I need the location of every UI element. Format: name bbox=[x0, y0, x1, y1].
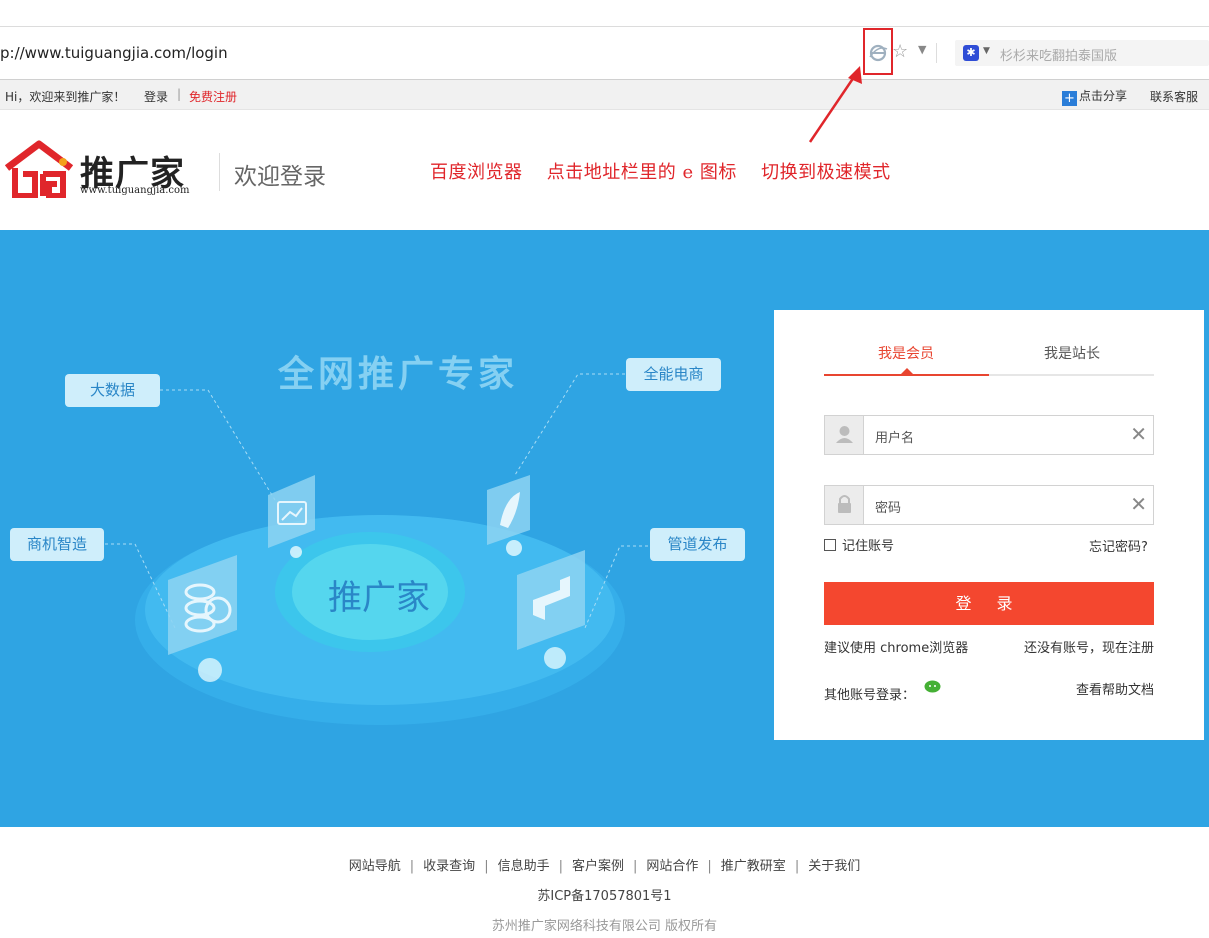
username-placeholder: 用户名 bbox=[875, 431, 915, 446]
checkbox-icon[interactable] bbox=[824, 539, 836, 551]
tip-part: 百度浏览器 bbox=[430, 162, 523, 183]
footer-link[interactable]: 客户案例 bbox=[572, 859, 624, 874]
tip-part: 点击地址栏里的 e 图标 bbox=[546, 162, 737, 183]
remember-checkbox[interactable]: 记住账号 bbox=[824, 535, 894, 554]
browser-search-box[interactable]: ✱ ▼ 杉杉来吃翻拍泰国版 bbox=[955, 40, 1209, 66]
header-divider bbox=[219, 153, 220, 191]
contact-service-link[interactable]: 联系客服 bbox=[1150, 88, 1198, 105]
username-field[interactable]: 用户名 ✕ bbox=[824, 415, 1154, 455]
wechat-icon[interactable] bbox=[924, 680, 941, 694]
star-icon[interactable]: ☆ bbox=[892, 41, 908, 62]
logo-house-icon[interactable] bbox=[5, 140, 73, 198]
copyright: 苏州推广家网络科技有限公司 版权所有 bbox=[491, 919, 718, 934]
plus-icon: + bbox=[1062, 91, 1077, 106]
bubble-smart-manufacturing: 商机智造 bbox=[10, 528, 104, 561]
share-button[interactable]: + 点击分享 bbox=[1062, 87, 1127, 106]
baidu-paw-icon[interactable]: ✱ bbox=[963, 45, 979, 61]
other-login-label: 其他账号登录： bbox=[824, 688, 916, 703]
center-label: 推广家 bbox=[328, 578, 430, 618]
url-field[interactable]: p://www.tuiguangjia.com/login bbox=[0, 44, 228, 62]
footer-link[interactable]: 网站导航 bbox=[349, 859, 401, 874]
site-top-bar: Hi，欢迎来到推广家！ 登录 | 免费注册 + 点击分享 联系客服 bbox=[0, 80, 1209, 110]
remember-label: 记住账号 bbox=[842, 539, 895, 554]
login-link[interactable]: 登录 bbox=[144, 88, 168, 105]
footer-separator: | bbox=[558, 859, 563, 874]
footer-nav: 网站导航 | 收录查询 | 信息助手 | 客户案例 | 网站合作 | 推广教研室 | 关于我们 bbox=[0, 855, 1209, 874]
bubble-big-data: 大数据 bbox=[65, 374, 160, 407]
slogan: 全网推广专家 bbox=[278, 354, 519, 395]
footer-separator: | bbox=[484, 859, 489, 874]
password-placeholder: 密码 bbox=[875, 501, 902, 516]
tab-active-underline bbox=[824, 374, 989, 376]
user-icon bbox=[825, 416, 864, 454]
logo-url: www.tuiguangjia.com bbox=[80, 185, 190, 196]
tip-part: 切换到极速模式 bbox=[761, 162, 891, 183]
browser-suggestion: 建议使用 chrome浏览器 bbox=[824, 641, 969, 656]
annotation-arrow bbox=[808, 66, 862, 143]
forgot-password-link[interactable]: 忘记密码? bbox=[1089, 536, 1148, 555]
icp-record[interactable]: 苏ICP备17057801号1 bbox=[0, 885, 1209, 904]
separator: | bbox=[177, 87, 182, 101]
footer-separator: | bbox=[794, 859, 800, 874]
footer: 网站导航 | 收录查询 | 信息助手 | 客户案例 | 网站合作 | 推广教研室 | 关于我们 苏ICP… bbox=[0, 827, 1209, 938]
greeting-text: Hi，欢迎来到推广家！ bbox=[5, 90, 126, 104]
bubble-channel-publish: 管道发布 bbox=[650, 528, 745, 561]
ie-compat-icon[interactable] bbox=[868, 43, 888, 63]
page-title: 欢迎登录 bbox=[234, 164, 326, 190]
footer-separator: | bbox=[707, 859, 712, 874]
divider bbox=[936, 43, 937, 63]
browser-top-strip bbox=[0, 0, 1209, 27]
chevron-down-icon[interactable]: ▼ bbox=[983, 46, 990, 56]
bubble-ecommerce: 全能电商 bbox=[626, 358, 721, 391]
help-docs-link[interactable]: 查看帮助文档 bbox=[1076, 679, 1154, 698]
footer-link[interactable]: 信息助手 bbox=[498, 859, 550, 874]
footer-link[interactable]: 网站合作 bbox=[646, 859, 698, 874]
chevron-down-icon[interactable]: ▼ bbox=[918, 43, 926, 56]
clear-icon[interactable]: ✕ bbox=[1130, 494, 1147, 514]
password-field[interactable]: 密码 ✕ bbox=[824, 485, 1154, 525]
lock-icon bbox=[825, 486, 864, 524]
address-bar: p://www.tuiguangjia.com/login ☆ ▼ ✱ ▼ 杉杉… bbox=[0, 27, 1209, 80]
tab-active-caret bbox=[901, 368, 913, 374]
login-button[interactable]: 登 录 bbox=[824, 582, 1154, 625]
login-card: 我是会员 我是站长 用户名 ✕ 密码 ✕ 记住账号 忘记密码? 登 录 建议使用… bbox=[774, 310, 1204, 740]
browser-tip: 百度浏览器 点击地址栏里的 e 图标 切换到极速模式 bbox=[430, 158, 909, 184]
footer-separator: | bbox=[409, 859, 415, 874]
footer-link[interactable]: 关于我们 bbox=[808, 859, 860, 874]
footer-link[interactable]: 推广教研室 bbox=[721, 859, 786, 874]
tab-site-owner[interactable]: 我是站长 bbox=[1044, 343, 1100, 363]
clear-icon[interactable]: ✕ bbox=[1130, 424, 1147, 444]
register-now-link[interactable]: 还没有账号，现在注册 bbox=[1024, 637, 1154, 656]
footer-separator: | bbox=[633, 859, 638, 874]
hero-banner: 全网推广专家 推广家 大数据 全能电商 商机智造 管道发布 我是会员 我是站长 … bbox=[0, 230, 1209, 827]
share-label: 点击分享 bbox=[1079, 89, 1128, 103]
tab-member[interactable]: 我是会员 bbox=[878, 343, 934, 363]
register-link[interactable]: 免费注册 bbox=[189, 88, 237, 105]
site-header: 推广家 www.tuiguangjia.com 欢迎登录 百度浏览器 点击地址栏… bbox=[0, 110, 1209, 230]
search-placeholder: 杉杉来吃翻拍泰国版 bbox=[1000, 49, 1118, 64]
footer-link[interactable]: 收录查询 bbox=[423, 859, 475, 874]
